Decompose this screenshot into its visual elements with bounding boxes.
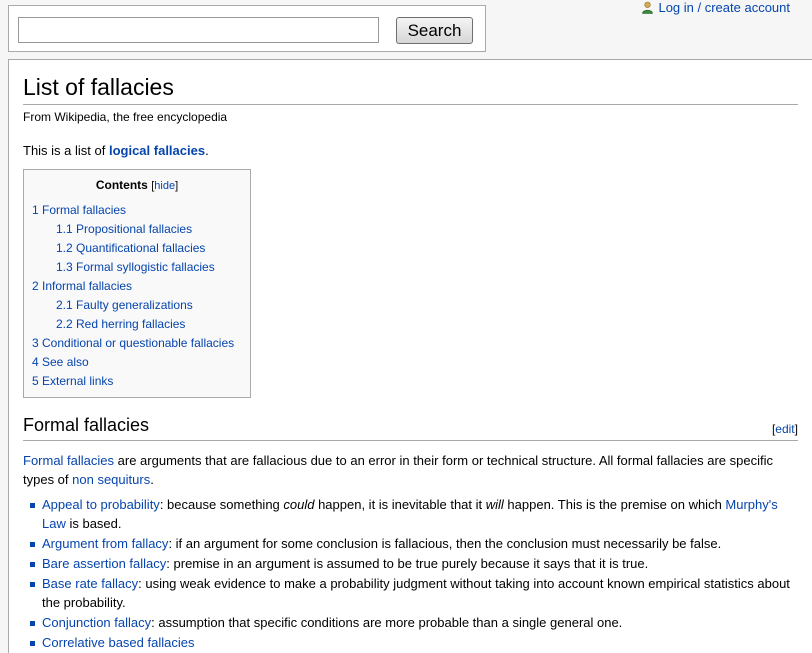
user-icon (641, 1, 654, 14)
search-button[interactable]: Search (396, 17, 473, 44)
toc-item: 1.2 Quantificational fallacies (32, 239, 242, 258)
site-tagline: From Wikipedia, the free encyclopedia (23, 110, 228, 124)
toc-item: 2 Informal fallacies (32, 277, 242, 296)
section-intro: Formal fallacies are arguments that are … (23, 451, 798, 489)
formal-fallacies-link[interactable]: Formal fallacies (23, 453, 114, 468)
list-item: Base rate fallacy: using weak evidence t… (30, 574, 798, 612)
toc-item: 1.3 Formal syllogistic fallacies (32, 258, 242, 277)
intro-end: . (205, 143, 209, 158)
section-edit: [edit] (771, 422, 798, 436)
toc-link[interactable]: 1.2 Quantificational fallacies (56, 241, 205, 255)
intro-text: This is a list of (23, 143, 109, 158)
non-sequiturs-link[interactable]: non sequiturs (72, 472, 150, 487)
list-item: Correlative based fallacies (30, 633, 798, 652)
list-item: Conjunction fallacy: assumption that spe… (30, 613, 798, 632)
section-intro-end: . (150, 472, 154, 487)
list-item: Argument from fallacy: if an argument fo… (30, 534, 798, 553)
search-box: Search (8, 5, 486, 52)
content-area: List of fallacies From Wikipedia, the fr… (8, 59, 812, 653)
toc-item: 1 Formal fallacies (32, 201, 242, 220)
fallacy-list: Appeal to probability: because something… (23, 495, 798, 652)
fallacy-link[interactable]: Appeal to probability (42, 497, 160, 512)
edit-link[interactable]: edit (775, 422, 794, 436)
table-of-contents: Contents [hide] 1 Formal fallacies 1.1 Pr… (23, 169, 251, 398)
search-input[interactable] (18, 17, 379, 43)
toc-link[interactable]: 3 Conditional or questionable fallacies (32, 336, 234, 350)
fallacy-link[interactable]: Correlative based fallacies (42, 635, 194, 650)
toc-hide-link[interactable]: hide (154, 180, 175, 192)
list-item: Appeal to probability: because something… (30, 495, 798, 533)
toc-link[interactable]: 1 Formal fallacies (32, 203, 126, 217)
section-heading: Formal fallacies [edit] (23, 414, 798, 441)
login-link[interactable]: Log in / create account (658, 0, 790, 15)
fallacy-link[interactable]: Base rate fallacy (42, 576, 138, 591)
page-title: List of fallacies (23, 60, 798, 105)
list-item: Bare assertion fallacy: premise in an ar… (30, 554, 798, 573)
fallacy-link[interactable]: Conjunction fallacy (42, 615, 151, 630)
fallacy-link[interactable]: Argument from fallacy (42, 536, 168, 551)
toc-item: 5 External links (32, 372, 242, 391)
toc-heading: Contents (95, 178, 148, 192)
fallacy-link[interactable]: Bare assertion fallacy (42, 556, 166, 571)
toc-item: 4 See also (32, 353, 242, 372)
toc-item: 3 Conditional or questionable fallacies (32, 334, 242, 353)
logical-fallacies-link[interactable]: logical fallacies (109, 143, 205, 158)
toc-link[interactable]: 1.1 Propositional fallacies (56, 222, 192, 236)
toc-title: Contents [hide] (95, 178, 179, 192)
toc-list: 1 Formal fallacies 1.1 Propositional fall… (32, 201, 242, 391)
toc-link[interactable]: 4 See also (32, 355, 89, 369)
toc-link[interactable]: 2.2 Red herring fallacies (56, 317, 185, 331)
toc-link[interactable]: 5 External links (32, 374, 113, 388)
intro-paragraph: This is a list of logical fallacies. (23, 141, 798, 160)
toc-link[interactable]: 1.3 Formal syllogistic fallacies (56, 260, 215, 274)
toc-link[interactable]: 2.1 Faulty generalizations (56, 298, 193, 312)
section-heading-text: Formal fallacies (23, 415, 150, 435)
toc-link[interactable]: 2 Informal fallacies (32, 279, 132, 293)
toc-item: 2.2 Red herring fallacies (32, 315, 242, 334)
personal-tools: Log in / create account (641, 0, 790, 15)
toc-item: 2.1 Faulty generalizations (32, 296, 242, 315)
toc-item: 1.1 Propositional fallacies (32, 220, 242, 239)
